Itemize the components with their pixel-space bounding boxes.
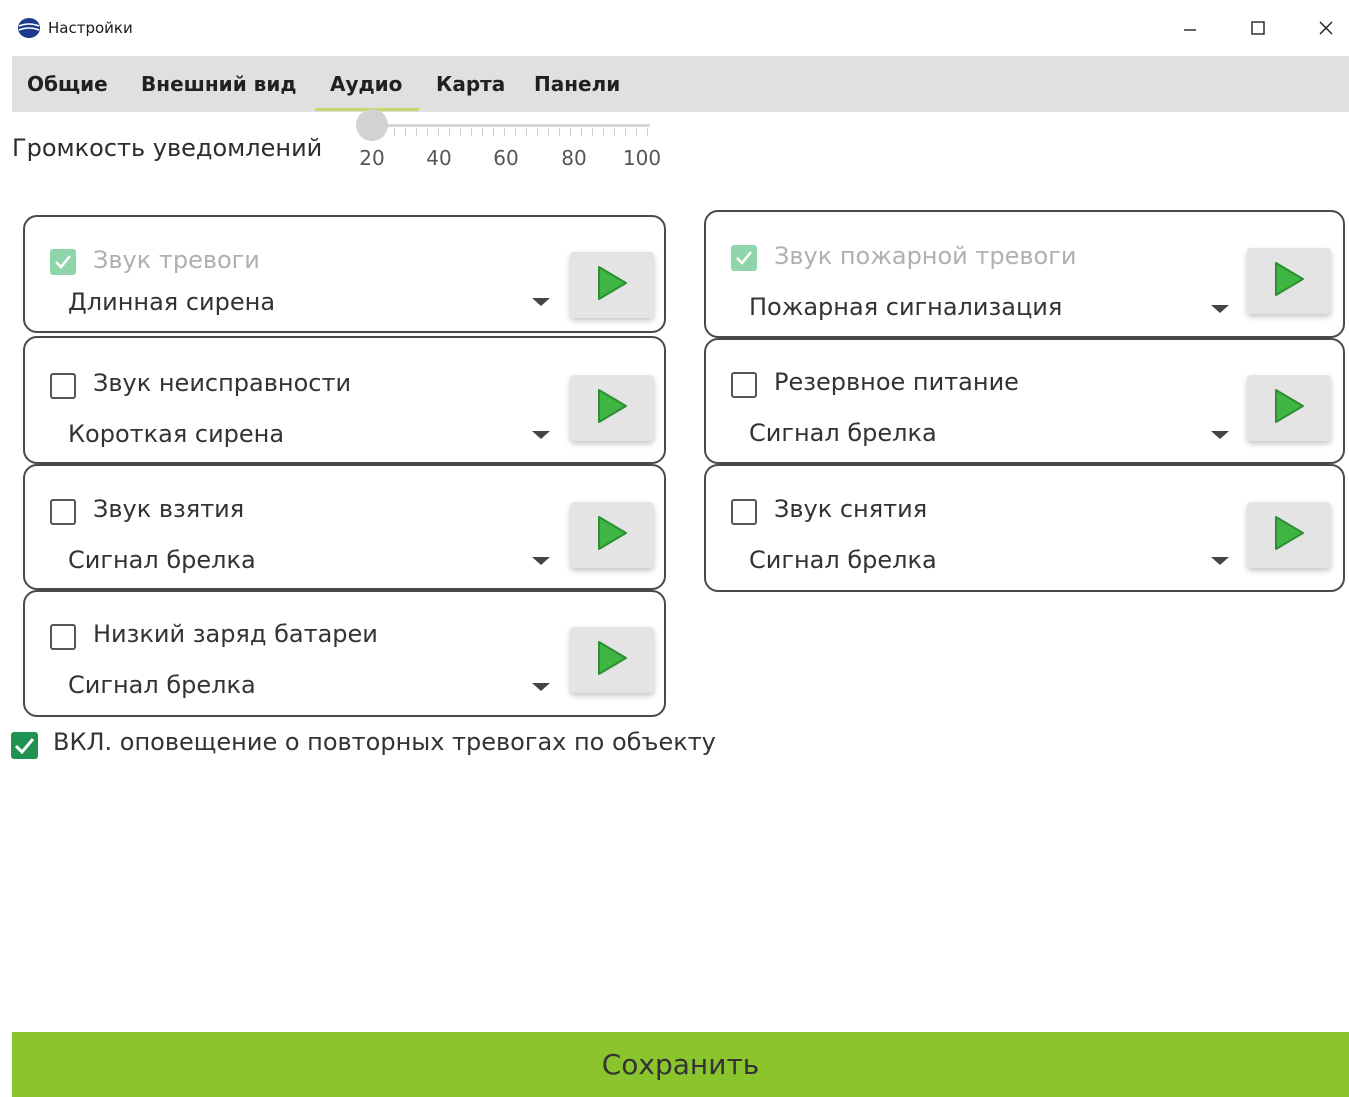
alarm-sound-select[interactable]: Длинная сирена <box>68 288 275 316</box>
volume-slider-thumb[interactable] <box>356 109 388 141</box>
fault-sound-label: Звук неисправности <box>93 369 352 397</box>
low-battery-sound-select[interactable]: Сигнал брелка <box>68 671 256 699</box>
tab-map[interactable]: Карта <box>436 72 505 96</box>
sound-card-disarm: Звук снятия Сигнал брелка <box>704 464 1345 592</box>
sound-card-arm: Звук взятия Сигнал брелка <box>23 464 666 590</box>
chevron-down-icon[interactable] <box>1211 557 1229 565</box>
tab-appearance[interactable]: Внешний вид <box>141 72 297 96</box>
chevron-down-icon[interactable] <box>532 557 550 565</box>
repeat-alarm-label: ВКЛ. оповещение о повторных тревогах по … <box>53 728 716 756</box>
play-icon <box>596 640 628 680</box>
arm-sound-label: Звук взятия <box>93 495 245 523</box>
close-icon[interactable] <box>1306 10 1346 46</box>
fault-sound-checkbox[interactable] <box>50 373 76 399</box>
chevron-down-icon[interactable] <box>1211 431 1229 439</box>
title-bar: Настройки <box>0 0 1349 54</box>
play-arm-sound-button[interactable] <box>570 502 654 568</box>
disarm-sound-label: Звук снятия <box>774 495 928 523</box>
play-icon <box>596 515 628 555</box>
sound-card-fire-alarm: Звук пожарной тревоги Пожарная сигнализа… <box>704 210 1345 338</box>
arm-sound-checkbox[interactable] <box>50 499 76 525</box>
sound-card-alarm: Звук тревоги Длинная сирена <box>23 215 666 333</box>
save-button[interactable]: Сохранить <box>12 1032 1349 1097</box>
play-icon <box>596 388 628 428</box>
low-battery-sound-checkbox[interactable] <box>50 624 76 650</box>
volume-label: Громкость уведомлений <box>12 134 323 162</box>
alarm-sound-label: Звук тревоги <box>93 246 260 274</box>
volume-slider-ticks <box>372 128 650 136</box>
minimize-icon[interactable] <box>1170 10 1210 46</box>
repeat-alarm-checkbox[interactable] <box>11 732 38 759</box>
fire-alarm-sound-label: Звук пожарной тревоги <box>774 242 1077 270</box>
tab-general[interactable]: Общие <box>27 72 108 96</box>
chevron-down-icon[interactable] <box>1211 305 1229 313</box>
play-alarm-sound-button[interactable] <box>570 252 654 318</box>
fire-alarm-sound-select[interactable]: Пожарная сигнализация <box>749 293 1062 321</box>
chevron-down-icon[interactable] <box>532 431 550 439</box>
play-fault-sound-button[interactable] <box>570 375 654 441</box>
volume-tick-label: 40 <box>426 146 452 170</box>
tab-bar: Общие Внешний вид Аудио Карта Панели <box>12 56 1349 112</box>
play-backup-power-sound-button[interactable] <box>1247 375 1331 441</box>
fault-sound-select[interactable]: Короткая сирена <box>68 420 284 448</box>
play-icon <box>1273 388 1305 428</box>
play-fire-alarm-sound-button[interactable] <box>1247 248 1331 314</box>
window-title: Настройки <box>48 19 133 37</box>
backup-power-sound-checkbox[interactable] <box>731 372 757 398</box>
app-logo-icon <box>17 17 41 39</box>
play-icon <box>1273 261 1305 301</box>
backup-power-sound-select[interactable]: Сигнал брелка <box>749 419 937 447</box>
play-low-battery-sound-button[interactable] <box>570 627 654 693</box>
low-battery-sound-label: Низкий заряд батареи <box>93 620 378 648</box>
volume-tick-label: 20 <box>359 146 385 170</box>
backup-power-sound-label: Резервное питание <box>774 368 1019 396</box>
chevron-down-icon[interactable] <box>532 298 550 306</box>
volume-tick-label: 100 <box>622 146 662 170</box>
disarm-sound-checkbox[interactable] <box>731 499 757 525</box>
arm-sound-select[interactable]: Сигнал брелка <box>68 546 256 574</box>
alarm-sound-checkbox[interactable] <box>50 249 76 275</box>
tab-panels[interactable]: Панели <box>534 72 620 96</box>
play-icon <box>1273 515 1305 555</box>
maximize-icon[interactable] <box>1238 10 1278 46</box>
sound-card-fault: Звук неисправности Короткая сирена <box>23 336 666 464</box>
volume-tick-label: 80 <box>561 146 587 170</box>
play-icon <box>596 265 628 305</box>
sound-card-backup-power: Резервное питание Сигнал брелка <box>704 338 1345 464</box>
volume-tick-label: 60 <box>493 146 519 170</box>
settings-window: Настройки Общие Внешний вид Аудио Карта … <box>0 0 1349 1097</box>
volume-slider-track[interactable] <box>372 124 650 127</box>
play-disarm-sound-button[interactable] <box>1247 502 1331 568</box>
sound-card-low-battery: Низкий заряд батареи Сигнал брелка <box>23 590 666 717</box>
chevron-down-icon[interactable] <box>532 683 550 691</box>
disarm-sound-select[interactable]: Сигнал брелка <box>749 546 937 574</box>
fire-alarm-sound-checkbox[interactable] <box>731 245 757 271</box>
tab-audio[interactable]: Аудио <box>330 72 402 96</box>
